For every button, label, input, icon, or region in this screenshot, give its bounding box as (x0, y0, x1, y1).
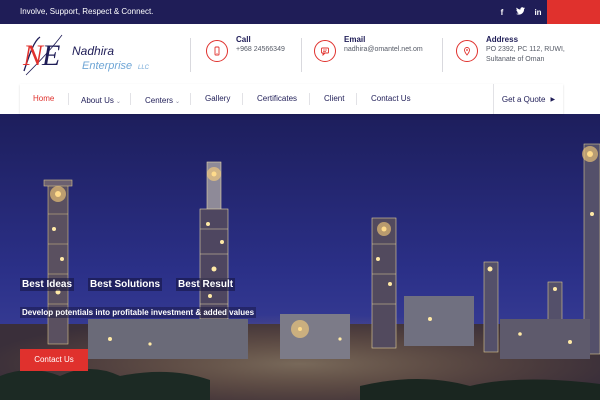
hero-tags: Best Ideas Best Solutions Best Result (20, 278, 236, 291)
arrow-right-icon: ▶ (550, 96, 556, 103)
header-divider (301, 38, 302, 72)
header-divider (442, 38, 443, 72)
call-number[interactable]: +968 24566349 (236, 45, 285, 55)
svg-text:Enterprise: Enterprise (82, 60, 132, 72)
linkedin-icon[interactable]: in (534, 8, 542, 17)
location-pin-icon (456, 40, 478, 62)
refinery-night-image (0, 114, 600, 400)
nav-divider (130, 93, 131, 105)
chat-icon (314, 40, 336, 62)
nav-item-about-us[interactable]: About Us ⌄ (81, 84, 121, 114)
site-header: N E Nadhira Enterprise LLC Call +968 245… (0, 24, 600, 84)
nav-divider (190, 93, 191, 105)
hero-tag: Best Result (176, 278, 236, 291)
svg-text:E: E (41, 39, 60, 72)
nav-item-client[interactable]: Client (324, 84, 344, 114)
nav-item-centers[interactable]: Centers ⌄ (145, 84, 180, 114)
hero-subtitle: Develop potentials into profitable inves… (20, 307, 257, 318)
hero-tag: Best Solutions (88, 278, 163, 291)
email-title: Email (344, 35, 366, 44)
tagline: Involve, Support, Respect & Connect. (20, 7, 154, 16)
nav-item-gallery[interactable]: Gallery (205, 84, 230, 114)
chevron-down-icon: ⌄ (175, 99, 181, 105)
social-links: f in (498, 0, 542, 24)
svg-text:Nadhira: Nadhira (72, 44, 114, 58)
nav-item-contact-us[interactable]: Contact Us (371, 84, 411, 114)
phone-icon (206, 40, 228, 62)
main-nav: Home About Us ⌄ Centers ⌄ Gallery Certific… (20, 84, 563, 114)
header-divider (190, 38, 191, 72)
top-accent-block (547, 0, 600, 24)
company-logo[interactable]: N E Nadhira Enterprise LLC (20, 31, 160, 77)
nav-divider (309, 93, 310, 105)
contact-us-button[interactable]: Contact Us (20, 349, 88, 371)
nav-item-home[interactable]: Home (33, 84, 54, 114)
nav-divider (356, 93, 357, 105)
nav-item-certificates[interactable]: Certificates (257, 84, 297, 114)
nav-label: Centers (145, 96, 174, 105)
address-line-1: PO 2392, PC 112, RUWI, (486, 46, 565, 53)
call-info: Call +968 24566349 (206, 32, 285, 62)
nav-label: About Us (81, 96, 114, 105)
top-bar: Involve, Support, Respect & Connect. f i… (0, 0, 600, 24)
hero-banner: Best Ideas Best Solutions Best Result De… (0, 114, 600, 400)
address-line-2: Sultanate of Oman (486, 56, 545, 63)
svg-text:LLC: LLC (138, 65, 150, 71)
hero-tag: Best Ideas (20, 278, 75, 291)
nav-divider (68, 93, 69, 105)
twitter-icon[interactable] (516, 7, 525, 17)
quote-label: Get a Quote (501, 94, 546, 104)
email-address[interactable]: nadhira@omantel.net.om (344, 45, 423, 55)
address-title: Address (486, 35, 519, 44)
get-a-quote-button[interactable]: Get a Quote ▶ (493, 84, 563, 114)
facebook-icon[interactable]: f (498, 8, 506, 17)
call-title: Call (236, 35, 251, 44)
address-info: Address PO 2392, PC 112, RUWI, Sultanate… (456, 32, 565, 65)
email-info: Email nadhira@omantel.net.om (314, 32, 423, 62)
chevron-down-icon: ⌄ (115, 99, 121, 105)
nav-divider (242, 93, 243, 105)
